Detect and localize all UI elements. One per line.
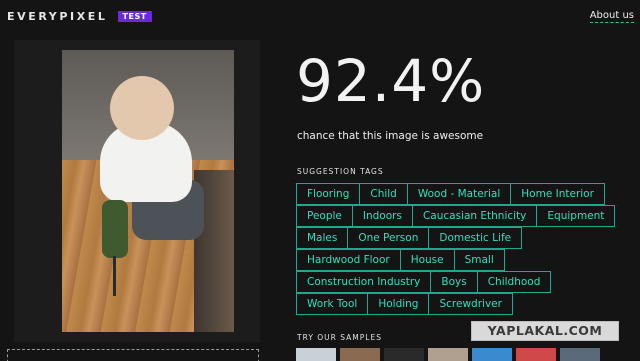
tag-chip[interactable]: Males [296, 227, 349, 249]
tag-chip[interactable]: Childhood [476, 271, 552, 293]
about-us-link[interactable]: About us [589, 10, 634, 23]
sample-thumbnail[interactable] [384, 348, 424, 361]
sample-thumbnail[interactable] [472, 348, 512, 361]
sample-thumbnail[interactable] [340, 348, 380, 361]
tag-chip[interactable]: Caucasian Ethnicity [411, 205, 538, 227]
suggestion-tags: Flooring Child Wood - Material Home Interio… [296, 183, 632, 315]
tag-chip[interactable]: Indoors [351, 205, 413, 227]
suggestion-tags-heading: SUGGESTION TAGS [297, 167, 384, 176]
tag-chip[interactable]: Domestic Life [428, 227, 523, 249]
tag-chip[interactable]: Equipment [536, 205, 616, 227]
tag-chip[interactable]: One Person [347, 227, 430, 249]
tag-chip[interactable]: Wood - Material [406, 183, 512, 205]
tag-chip[interactable]: Flooring [296, 183, 361, 205]
score-caption: chance that this image is awesome [297, 130, 484, 142]
tag-row: Work Tool Holding Screwdriver [296, 293, 632, 315]
tag-chip[interactable]: Boys [430, 271, 478, 293]
tag-row: Construction Industry Boys Childhood [296, 271, 632, 293]
tag-row: Males One Person Domestic Life [296, 227, 632, 249]
tag-chip[interactable]: Holding [367, 293, 430, 315]
tag-chip[interactable]: Construction Industry [296, 271, 432, 293]
image-preview-panel [14, 40, 260, 342]
sample-thumbnail[interactable] [560, 348, 600, 361]
sample-thumbnails [296, 348, 600, 361]
samples-heading: TRY OUR SAMPLES [297, 333, 382, 342]
upload-dropzone[interactable] [7, 349, 259, 361]
sample-thumbnail[interactable] [428, 348, 468, 361]
tag-row: Hardwood Floor House Small [296, 249, 632, 271]
tag-row: People Indoors Caucasian Ethnicity Equipmen… [296, 205, 632, 227]
watermark: YAPLAKAL.COM [471, 321, 619, 341]
tag-chip[interactable]: Work Tool [296, 293, 369, 315]
tag-chip[interactable]: Child [359, 183, 408, 205]
tag-chip[interactable]: House [399, 249, 455, 271]
tag-chip[interactable]: People [296, 205, 353, 227]
logo-text: EVERYPIXEL [7, 10, 108, 23]
tag-chip[interactable]: Home Interior [510, 183, 605, 205]
tag-chip[interactable]: Hardwood Floor [296, 249, 401, 271]
test-badge: TEST [117, 11, 152, 22]
tag-chip[interactable]: Screwdriver [428, 293, 513, 315]
awesome-score: 92.4% [296, 47, 486, 115]
sample-thumbnail[interactable] [296, 348, 336, 361]
sample-thumbnail[interactable] [516, 348, 556, 361]
tag-row: Flooring Child Wood - Material Home Interio… [296, 183, 632, 205]
tag-chip[interactable]: Small [453, 249, 505, 271]
logo[interactable]: EVERYPIXEL TEST [7, 10, 152, 23]
uploaded-photo [62, 50, 234, 332]
